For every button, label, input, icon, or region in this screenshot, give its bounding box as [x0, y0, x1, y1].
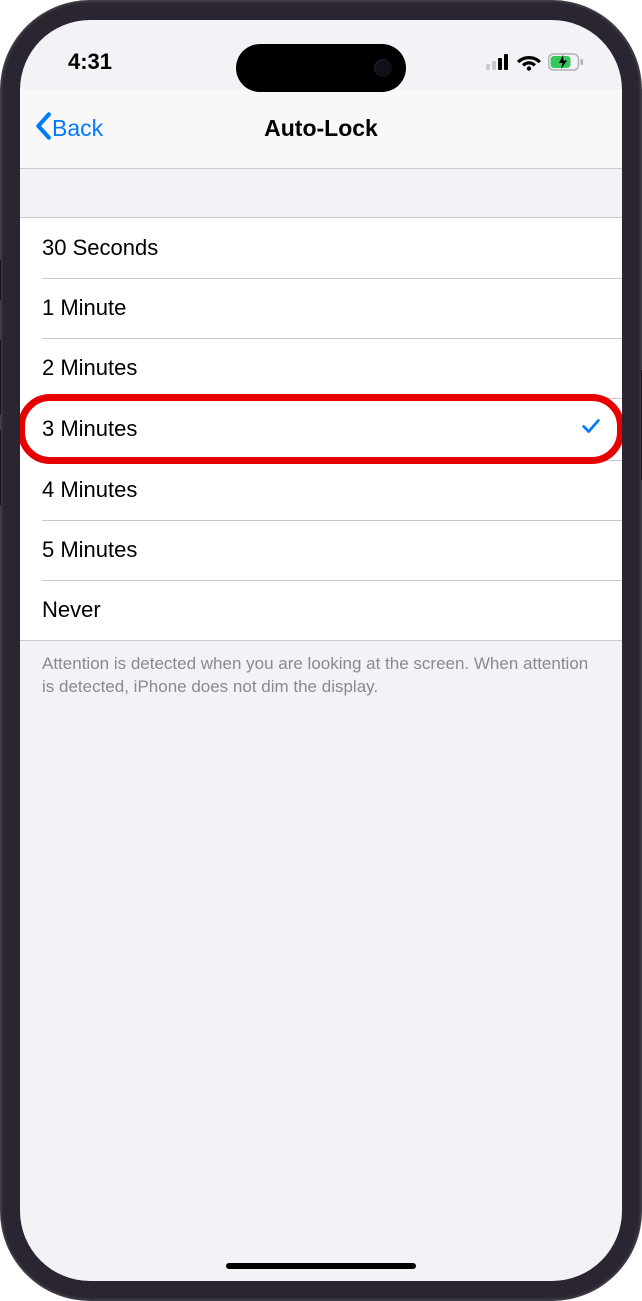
- checkmark-icon: [580, 415, 602, 443]
- nav-title: Auto-Lock: [20, 115, 622, 142]
- back-label: Back: [52, 115, 103, 142]
- option-label: Never: [42, 597, 101, 623]
- status-time: 4:31: [68, 49, 112, 75]
- nav-bar: Back Auto-Lock: [20, 89, 622, 169]
- auto-lock-option[interactable]: Never: [20, 580, 622, 640]
- battery-charging-icon: [548, 53, 584, 71]
- option-label: 1 Minute: [42, 295, 126, 321]
- footer-note: Attention is detected when you are looki…: [20, 641, 622, 711]
- auto-lock-option[interactable]: 1 Minute: [20, 278, 622, 338]
- auto-lock-options-list: 30 Seconds 1 Minute 2 Minutes 3 Minutes 4 Mi…: [20, 217, 622, 641]
- auto-lock-option[interactable]: 30 Seconds: [20, 218, 622, 278]
- auto-lock-option[interactable]: 3 Minutes: [20, 398, 622, 460]
- option-label: 2 Minutes: [42, 355, 137, 381]
- wifi-icon: [517, 53, 541, 71]
- option-label: 30 Seconds: [42, 235, 158, 261]
- dynamic-island: [236, 44, 406, 92]
- home-indicator[interactable]: [226, 1263, 416, 1269]
- cellular-signal-icon: [486, 54, 510, 70]
- phone-frame: 4:31 Back Auto-Lock 3: [0, 0, 642, 1301]
- chevron-left-icon: [34, 112, 52, 146]
- option-label: 4 Minutes: [42, 477, 137, 503]
- auto-lock-option[interactable]: 2 Minutes: [20, 338, 622, 398]
- option-label: 3 Minutes: [42, 416, 137, 442]
- option-label: 5 Minutes: [42, 537, 137, 563]
- back-button[interactable]: Back: [20, 112, 103, 146]
- auto-lock-option[interactable]: 4 Minutes: [20, 460, 622, 520]
- status-right: [486, 53, 584, 71]
- auto-lock-option[interactable]: 5 Minutes: [20, 520, 622, 580]
- screen: 4:31 Back Auto-Lock 3: [20, 20, 622, 1281]
